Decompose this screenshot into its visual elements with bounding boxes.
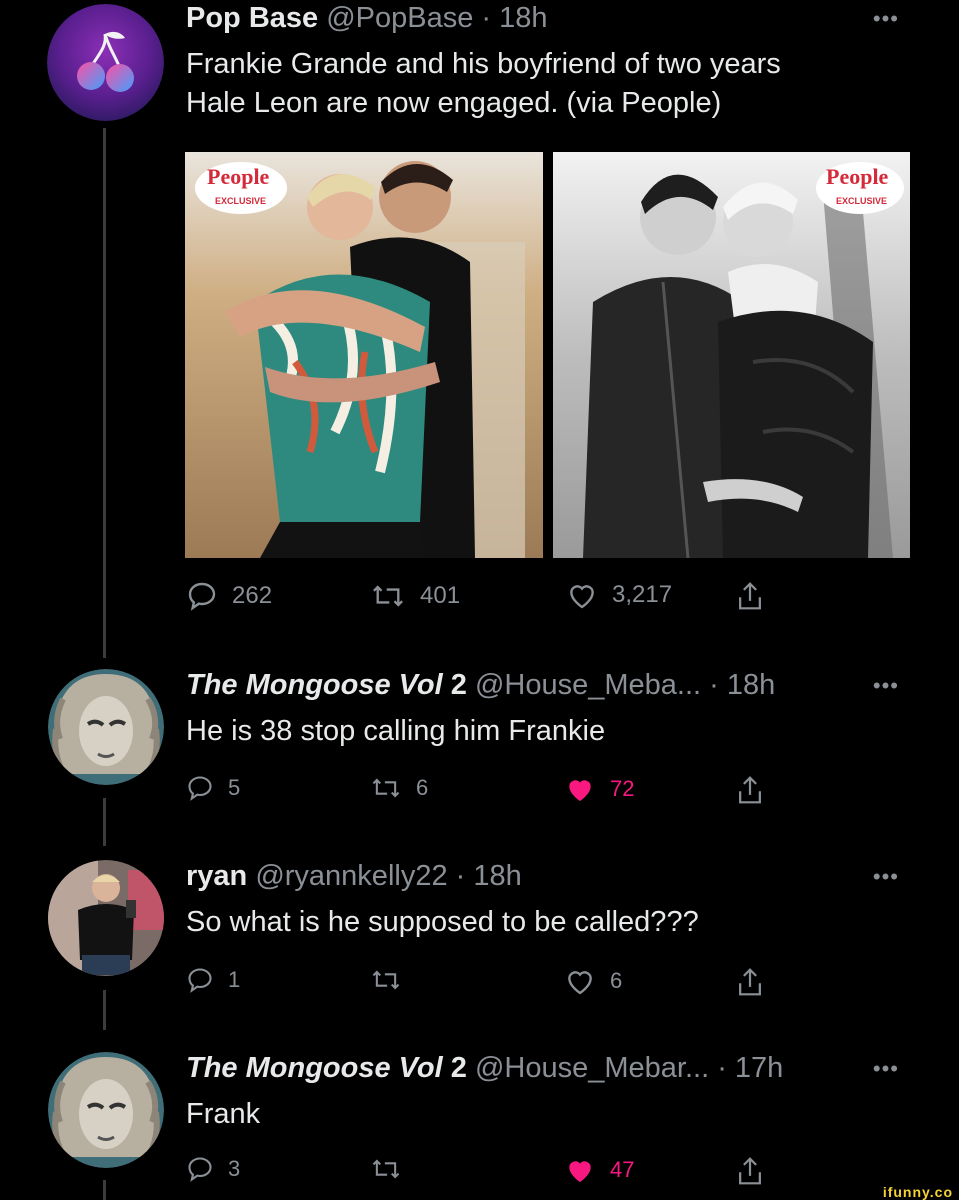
reply-count: 262 [232, 582, 273, 609]
reply-icon [188, 1157, 212, 1182]
reply-button[interactable]: 3 [186, 1155, 240, 1183]
tweet-text-line-2: Hale Leon are now engaged. (via People) [186, 87, 722, 119]
share-button[interactable] [736, 580, 778, 612]
retweet-button[interactable]: 401 [370, 580, 460, 612]
reply-button[interactable]: 1 [186, 966, 240, 994]
share-button[interactable] [736, 1155, 778, 1187]
retweet-button[interactable]: 6 [370, 774, 428, 802]
share-icon [739, 968, 761, 996]
reply-1-header: The Mongoose Vol 2 @House_Meba... · 18h [186, 669, 776, 701]
reply-3-header: The Mongoose Vol 2 @House_Mebar... · 17h [186, 1052, 784, 1084]
like-button[interactable]: 72 [564, 774, 634, 804]
heart-icon [569, 780, 591, 801]
people-logo-left: People [207, 164, 270, 189]
reply-2-actions: 1 6 [186, 966, 786, 1006]
retweet-count: 401 [420, 582, 461, 609]
cherry-logo-icon [47, 4, 164, 121]
pop-base-avatar[interactable] [47, 4, 164, 121]
reply-button[interactable]: 262 [186, 580, 272, 612]
reply-icon [188, 968, 212, 993]
share-icon [739, 582, 761, 610]
people-exclusive-badge-left: People EXCLUSIVE [193, 158, 303, 233]
reply-3-name-suffix: 2 [450, 1052, 467, 1084]
reply-icon [188, 582, 216, 611]
reply-1-actions: 5 6 72 [186, 774, 786, 814]
svg-text:EXCLUSIVE: EXCLUSIVE [215, 196, 266, 206]
reply-2-handle[interactable]: @ryannkelly22 [255, 860, 447, 892]
people-logo-right: People [826, 164, 889, 189]
more-icon[interactable]: ••• [873, 1056, 899, 1082]
reply-1-handle[interactable]: @House_Meba... [475, 669, 701, 701]
heart-icon [570, 585, 594, 609]
retweet-icon [373, 585, 403, 607]
retweet-icon [372, 778, 400, 798]
retweet-icon [372, 970, 400, 990]
reply-3-text: Frank [186, 1098, 261, 1130]
svg-text:EXCLUSIVE: EXCLUSIVE [836, 196, 887, 206]
retweet-button[interactable] [370, 966, 416, 994]
ifunny-watermark: ifunny.co [882, 1184, 953, 1200]
share-icon [739, 776, 761, 804]
reply-3-handle[interactable]: @House_Mebar... [475, 1052, 709, 1084]
heart-icon [568, 971, 592, 995]
like-button[interactable]: 3,217 [566, 580, 672, 610]
like-count: 3,217 [612, 581, 673, 608]
share-icon [739, 1157, 761, 1185]
thread-line-2 [103, 798, 106, 846]
main-tweet-header: Pop Base @PopBase · 18h [186, 2, 548, 34]
tweet-text-line-1: Frankie Grande and his boyfriend of two … [186, 48, 781, 80]
like-button[interactable]: 47 [564, 1155, 634, 1185]
reply-1-avatar[interactable] [48, 669, 164, 785]
main-tweet-text: Frankie Grande and his boyfriend of two … [186, 45, 781, 123]
reply-button[interactable]: 5 [186, 774, 240, 802]
author-handle[interactable]: @PopBase [326, 2, 473, 34]
tweet-photo-right[interactable]: People EXCLUSIVE [553, 152, 910, 558]
reply-3-name[interactable]: The Mongoose Vol [186, 1052, 443, 1084]
thread-line-3 [103, 990, 106, 1030]
reply-3-avatar[interactable] [48, 1052, 164, 1168]
author-name[interactable]: Pop Base [186, 2, 318, 34]
reply-icon [188, 776, 212, 801]
retweet-button[interactable] [370, 1155, 416, 1183]
more-icon[interactable]: ••• [873, 864, 899, 890]
share-button[interactable] [736, 774, 778, 806]
reply-2-name[interactable]: ryan [186, 860, 247, 892]
tweet-time[interactable]: 18h [499, 2, 547, 34]
reply-3-actions: 3 47 [186, 1155, 786, 1195]
reply-3-time[interactable]: 17h [735, 1052, 783, 1084]
reply-1-name[interactable]: The Mongoose Vol [186, 669, 443, 701]
thread-line-4 [103, 1180, 106, 1200]
reply-2-header: ryan @ryannkelly22 · 18h [186, 860, 522, 892]
more-icon[interactable]: ••• [873, 6, 899, 32]
reply-2-avatar[interactable] [48, 860, 164, 976]
like-button[interactable]: 6 [564, 966, 622, 996]
reply-1-time[interactable]: 18h [727, 669, 775, 701]
heart-icon [569, 1161, 591, 1182]
reply-2-text: So what is he supposed to be called??? [186, 906, 699, 938]
people-exclusive-badge-right: People EXCLUSIVE [808, 158, 908, 233]
main-tweet-actions: 262 401 3,217 [186, 580, 786, 620]
reply-1-text: He is 38 stop calling him Frankie [186, 715, 606, 747]
more-icon[interactable]: ••• [873, 673, 899, 699]
thread-line-1 [103, 128, 106, 658]
retweet-icon [372, 1159, 400, 1179]
share-button[interactable] [736, 966, 778, 998]
tweet-photo-left[interactable]: People EXCLUSIVE [185, 152, 543, 558]
reply-2-time[interactable]: 18h [473, 860, 521, 892]
reply-1-name-suffix: 2 [450, 669, 467, 701]
